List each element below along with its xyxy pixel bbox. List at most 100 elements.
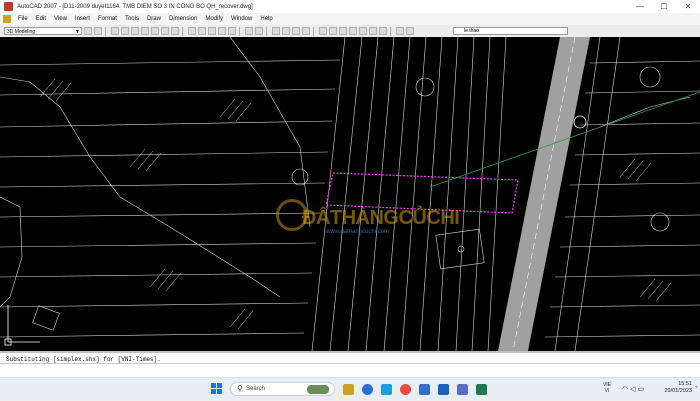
search-label: Search	[246, 386, 266, 392]
left-line	[0, 272, 313, 278]
block-editor-icon[interactable]	[228, 27, 236, 35]
survey-point-icon	[573, 115, 587, 129]
right-line	[549, 304, 700, 308]
taskbar-search[interactable]: ⚲ Search	[230, 382, 335, 396]
print-icon[interactable]	[141, 27, 149, 35]
open-file-icon[interactable]	[121, 27, 129, 35]
central-line	[455, 37, 475, 351]
file-explorer-icon[interactable]	[343, 384, 354, 395]
central-line	[437, 37, 459, 351]
menu-window[interactable]: Window	[227, 16, 256, 22]
wifi-volume-battery-icons[interactable]: ◠ ◁ ▭	[622, 385, 644, 393]
layer-manager-icon[interactable]	[396, 27, 404, 35]
zoom-previous-icon[interactable]	[302, 27, 310, 35]
right-line	[579, 122, 700, 126]
minimize-button[interactable]: —	[628, 0, 652, 13]
menu-help[interactable]: Help	[256, 16, 276, 22]
copy-icon[interactable]	[198, 27, 206, 35]
autocad-app-icon[interactable]	[4, 2, 13, 11]
right-line	[584, 90, 700, 94]
menu-edit[interactable]: Edit	[32, 16, 50, 22]
layer-dropdown[interactable]: le thao	[453, 27, 568, 35]
left-line	[0, 151, 329, 158]
chrome-icon[interactable]	[362, 384, 373, 395]
menu-dimension[interactable]: Dimension	[165, 16, 201, 22]
clock[interactable]: 15:51 29/01/2023	[664, 381, 692, 395]
photos-icon[interactable]	[457, 384, 468, 395]
central-line	[329, 37, 363, 351]
layer-state-icon[interactable]	[406, 27, 414, 35]
pan-icon[interactable]	[272, 27, 280, 35]
central-line	[401, 37, 427, 351]
menu-modify[interactable]: Modify	[201, 16, 227, 22]
central-line	[419, 37, 443, 351]
command-history-text: Substituting [simplex.shx] for [VNI-Time…	[6, 356, 161, 363]
left-line	[0, 120, 333, 128]
maximize-button[interactable]: ☐	[652, 0, 676, 13]
document-icon[interactable]	[3, 15, 11, 23]
marker-circle	[415, 77, 435, 97]
menu-insert[interactable]: Insert	[71, 16, 94, 22]
3d-dwf-icon[interactable]	[171, 27, 179, 35]
help-icon[interactable]	[379, 27, 387, 35]
edge-icon[interactable]	[381, 384, 392, 395]
mail-icon[interactable]	[438, 384, 449, 395]
selected-parcel[interactable]	[325, 172, 519, 214]
marker-circle	[291, 168, 309, 186]
quickcalc-icon[interactable]	[369, 27, 377, 35]
cut-icon[interactable]	[188, 27, 196, 35]
left-line	[0, 212, 321, 218]
workspace-settings-icon[interactable]	[84, 27, 92, 35]
clock-time: 15:51	[678, 381, 692, 387]
browser-icon[interactable]	[400, 384, 411, 395]
layer-value: le thao	[464, 28, 480, 34]
chevron-down-icon: ▼	[75, 29, 80, 35]
properties-icon[interactable]	[319, 27, 327, 35]
menu-format[interactable]: Format	[94, 16, 121, 22]
menu-file[interactable]: File	[14, 16, 32, 22]
zoom-realtime-icon[interactable]	[282, 27, 290, 35]
drawing-canvas[interactable]: ĐẤTHÀNGCỦCHI www.dathangcuchi.com	[0, 37, 700, 351]
undo-icon[interactable]	[245, 27, 253, 35]
excel-icon[interactable]	[476, 384, 487, 395]
toolbar-separator	[266, 26, 267, 36]
publish-icon[interactable]	[161, 27, 169, 35]
tool-palettes-icon[interactable]	[339, 27, 347, 35]
right-line	[589, 60, 700, 64]
match-properties-icon[interactable]	[218, 27, 226, 35]
road-edge-line	[574, 37, 621, 351]
command-divider	[0, 363, 700, 364]
new-file-icon[interactable]	[111, 27, 119, 35]
right-line	[559, 244, 700, 248]
markup-icon[interactable]	[359, 27, 367, 35]
paste-icon[interactable]	[208, 27, 216, 35]
notification-icon[interactable]: ◔	[694, 385, 698, 391]
menu-draw[interactable]: Draw	[143, 16, 165, 22]
window-title: AutoCAD 2007 - [D11-2009 duyet1164. TMB …	[17, 3, 253, 10]
windows-start-icon[interactable]	[211, 383, 223, 395]
search-highlight-image	[307, 385, 329, 394]
store-icon[interactable]	[419, 384, 430, 395]
boundary-polyline	[0, 196, 23, 308]
sheet-set-icon[interactable]	[349, 27, 357, 35]
menu-view[interactable]: View	[50, 16, 71, 22]
command-line[interactable]: Substituting [simplex.shx] for [VNI-Time…	[0, 351, 700, 377]
menu-tools[interactable]: Tools	[121, 16, 143, 22]
language-indicator[interactable]: VIE VI	[600, 382, 614, 394]
save-icon[interactable]	[131, 27, 139, 35]
right-line	[564, 214, 700, 218]
cad-drawing	[0, 37, 700, 351]
workspace-save-icon[interactable]	[94, 27, 102, 35]
left-line	[0, 302, 309, 308]
central-line	[487, 37, 507, 351]
workspace-dropdown[interactable]: 3D Modeling ▼	[4, 27, 82, 35]
design-center-icon[interactable]	[329, 27, 337, 35]
print-preview-icon[interactable]	[151, 27, 159, 35]
zoom-window-icon[interactable]	[292, 27, 300, 35]
right-line	[569, 182, 700, 186]
right-line	[554, 274, 700, 278]
boundary-polyline	[0, 76, 281, 298]
redo-icon[interactable]	[255, 27, 263, 35]
close-button[interactable]: ✕	[676, 0, 700, 13]
central-line	[347, 37, 379, 351]
